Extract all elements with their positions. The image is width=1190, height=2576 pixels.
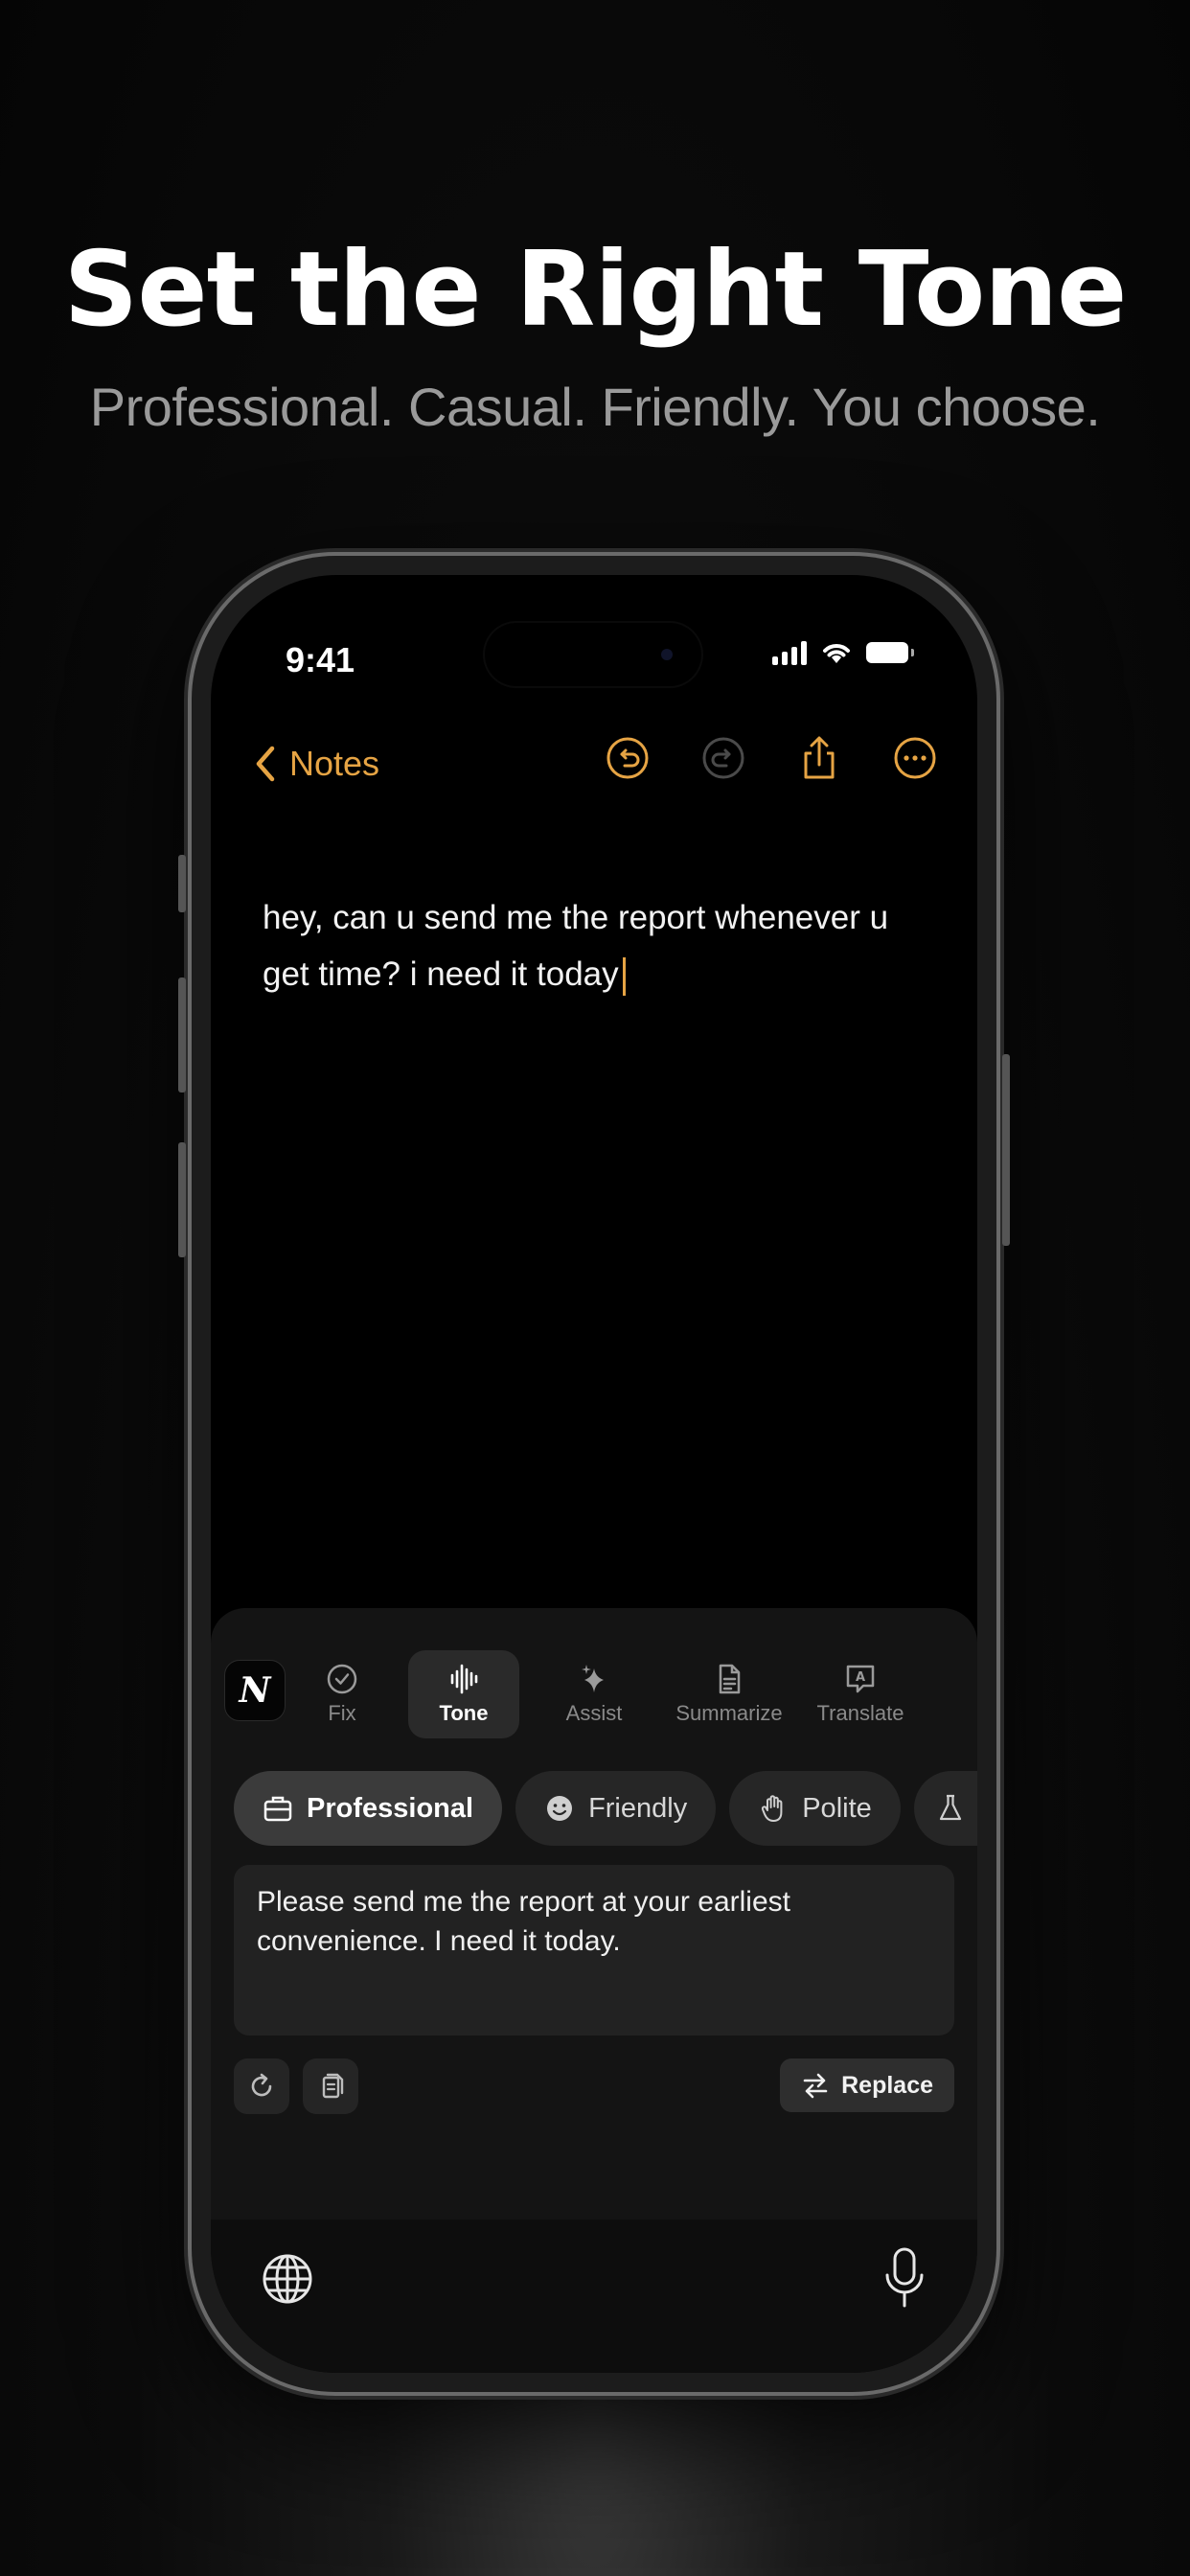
copy-icon: [322, 2073, 344, 2099]
tool-label: Assist: [565, 1701, 623, 1725]
sparkle-icon: [582, 1665, 604, 1692]
replace-button[interactable]: Replace: [780, 2058, 954, 2112]
globe-icon[interactable]: [261, 2252, 314, 2306]
copy-button[interactable]: [303, 2058, 358, 2114]
ai-keyboard-panel: N Fix Tone Assist Summarize A Translate …: [211, 1608, 977, 2373]
translate-icon: A: [846, 1665, 875, 1693]
refresh-icon: [251, 2073, 272, 2097]
swap-arrows-icon: [803, 2073, 828, 2099]
keyboard-bottom-bar: [211, 2220, 977, 2373]
smile-icon: [547, 1796, 573, 1821]
promo-subline: Professional. Casual. Friendly. You choo…: [89, 377, 1101, 437]
tone-chip-label: Friendly: [588, 1792, 688, 1824]
text-caret: [622, 956, 626, 996]
promo-headline: Set the Right Tone: [63, 230, 1128, 350]
more-icon[interactable]: [893, 736, 937, 780]
tool-fix[interactable]: Fix: [299, 1650, 385, 1738]
app-logo[interactable]: N: [224, 1660, 286, 1721]
regenerate-button[interactable]: [234, 2058, 289, 2114]
note-editor[interactable]: hey, can u send me the report whenever u…: [263, 889, 914, 1002]
briefcase-icon: [263, 1796, 292, 1822]
tone-result-box[interactable]: Please send me the report at your earlie…: [234, 1865, 954, 2036]
replace-label: Replace: [841, 2071, 933, 2099]
tool-translate[interactable]: A Translate: [805, 1650, 916, 1738]
battery-icon: [866, 642, 914, 663]
tone-result-text: Please send me the report at your earlie…: [257, 1886, 790, 1957]
result-actions: Replace: [234, 2058, 954, 2114]
share-icon[interactable]: [797, 736, 841, 780]
dynamic-island: [485, 623, 701, 686]
phone-frame: 9:41 Notes hey, can u send me the report…: [178, 556, 1010, 2392]
hand-icon: [762, 1795, 783, 1822]
flask-icon: [939, 1794, 961, 1821]
note-text: hey, can u send me the report whenever u…: [263, 899, 889, 993]
redo-icon[interactable]: [701, 736, 745, 780]
back-button[interactable]: Notes: [255, 744, 379, 784]
status-icons: [772, 640, 914, 665]
cellular-signal-icon: [772, 640, 807, 665]
tool-label: Translate: [816, 1701, 904, 1725]
back-label: Notes: [289, 744, 380, 783]
wifi-icon: [823, 644, 850, 663]
waveform-icon: [450, 1664, 478, 1694]
tone-chip-polite[interactable]: Polite: [729, 1771, 901, 1846]
undo-icon[interactable]: [606, 736, 650, 780]
tool-bar: N Fix Tone Assist Summarize A Translate: [211, 1650, 977, 1744]
tool-tone[interactable]: Tone: [408, 1650, 519, 1738]
tool-assist[interactable]: Assist: [537, 1650, 652, 1738]
tone-chips: Professional Friendly Polite: [234, 1771, 977, 1848]
microphone-icon[interactable]: [883, 2246, 926, 2310]
tone-chip-friendly[interactable]: Friendly: [515, 1771, 717, 1846]
tool-label: Tone: [439, 1701, 489, 1725]
check-circle-icon: [327, 1664, 357, 1694]
chevron-left-icon: [256, 746, 275, 782]
tone-chip-label: Polite: [802, 1792, 872, 1824]
tool-label: Fix: [328, 1701, 356, 1725]
tool-summarize[interactable]: Summarize: [669, 1650, 790, 1738]
document-icon: [719, 1664, 741, 1694]
phone-screen: 9:41 Notes hey, can u send me the report…: [211, 575, 977, 2373]
tone-chip-professional[interactable]: Professional: [234, 1771, 503, 1846]
navbar: Notes: [211, 726, 977, 813]
svg-text:A: A: [856, 1670, 865, 1685]
status-time: 9:41: [286, 640, 355, 679]
tool-label: Summarize: [675, 1701, 783, 1725]
tone-chip-label: Professional: [307, 1792, 474, 1824]
tone-chip-more[interactable]: [913, 1771, 977, 1846]
